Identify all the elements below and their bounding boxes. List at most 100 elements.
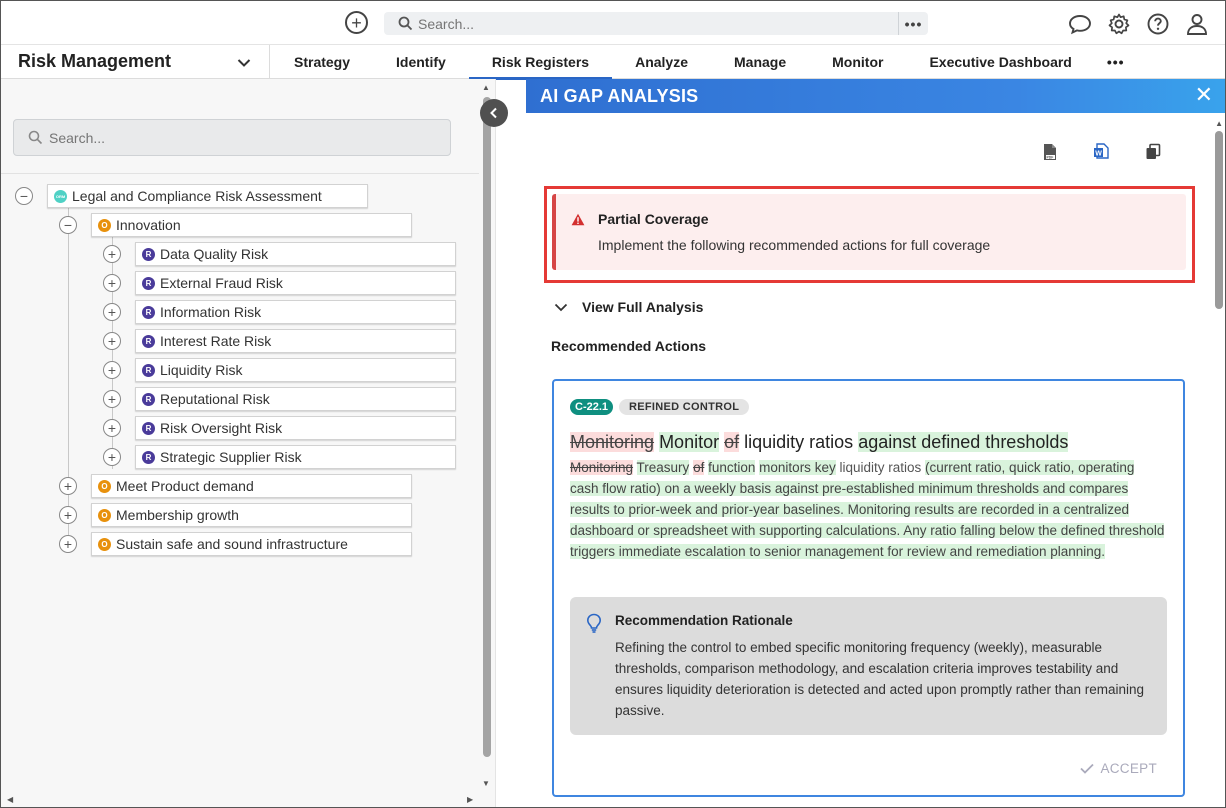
module-tabs: Strategy Identify Risk Registers Analyze… bbox=[271, 45, 1137, 80]
tab-strategy[interactable]: Strategy bbox=[271, 45, 373, 79]
objective-badge-icon: O bbox=[98, 218, 111, 232]
control-id-badge: C-22.1 bbox=[570, 399, 614, 415]
divider bbox=[1, 173, 479, 174]
scroll-up-icon[interactable]: ▲ bbox=[1215, 119, 1223, 128]
tree-node-label: Sustain safe and sound infrastructure bbox=[116, 536, 348, 552]
tree-node-objective[interactable]: O Membership growth bbox=[91, 503, 412, 527]
tab-identify[interactable]: Identify bbox=[373, 45, 469, 79]
tab-executive-dashboard[interactable]: Executive Dashboard bbox=[906, 45, 1094, 79]
view-full-analysis-toggle[interactable]: View Full Analysis bbox=[554, 299, 703, 315]
export-toolbar: PDF W bbox=[526, 143, 1206, 163]
tree-node-risk[interactable]: R Reputational Risk bbox=[135, 387, 456, 411]
tree-node-label: Risk Oversight Risk bbox=[160, 420, 283, 436]
tree-node-risk[interactable]: R Interest Rate Risk bbox=[135, 329, 456, 353]
tree-search-input[interactable] bbox=[49, 128, 429, 148]
tree-node-label: Strategic Supplier Risk bbox=[160, 449, 302, 465]
tree-node-label: Innovation bbox=[116, 217, 181, 233]
pdf-export-icon[interactable]: PDF bbox=[1042, 143, 1060, 163]
chat-icon[interactable] bbox=[1067, 11, 1092, 36]
expand-toggle[interactable]: + bbox=[103, 332, 121, 350]
control-description-text: liquidity ratios bbox=[839, 460, 922, 475]
tree-node-objective[interactable]: O Innovation bbox=[91, 213, 412, 237]
global-search-input[interactable] bbox=[418, 14, 888, 33]
word-export-icon[interactable]: W bbox=[1093, 143, 1111, 163]
collapse-toggle[interactable]: − bbox=[59, 216, 77, 234]
tree-node-label: Data Quality Risk bbox=[160, 246, 269, 262]
alert-message: Implement the following recommended acti… bbox=[598, 237, 991, 253]
control-title: Monitoring Monitor of liquidity ratios a… bbox=[570, 431, 1170, 453]
expand-toggle[interactable]: + bbox=[59, 506, 77, 524]
view-full-label: View Full Analysis bbox=[582, 299, 704, 315]
deleted-text: Monitoring bbox=[570, 432, 655, 452]
user-icon[interactable] bbox=[1184, 11, 1209, 36]
lightbulb-icon bbox=[586, 613, 602, 638]
app-selector[interactable]: Risk Management bbox=[1, 45, 270, 79]
risk-badge-icon: R bbox=[142, 421, 155, 435]
tab-risk-registers[interactable]: Risk Registers bbox=[468, 45, 613, 80]
tree-node-objective[interactable]: O Meet Product demand bbox=[91, 474, 412, 498]
chevron-left-icon bbox=[490, 107, 497, 119]
inserted-text: Monitor bbox=[659, 432, 720, 452]
tab-monitor[interactable]: Monitor bbox=[809, 45, 906, 79]
rationale-body: Refining the control to embed specific m… bbox=[615, 640, 1145, 718]
app-window: + ••• Risk Management bbox=[0, 0, 1226, 808]
tree-node-risk[interactable]: R Risk Oversight Risk bbox=[135, 416, 456, 440]
accept-button[interactable]: ACCEPT bbox=[1080, 761, 1157, 776]
copy-icon[interactable] bbox=[1145, 143, 1163, 163]
collapse-panel-button[interactable] bbox=[480, 99, 508, 127]
search-options-more-icon[interactable]: ••• bbox=[898, 12, 928, 35]
gear-icon[interactable] bbox=[1106, 11, 1131, 36]
expand-toggle[interactable]: + bbox=[103, 419, 121, 437]
recommendation-card: C-22.1 REFINED CONTROL Monitoring Monito… bbox=[552, 379, 1185, 797]
tree-node-root[interactable]: ORM Legal and Compliance Risk Assessment bbox=[47, 184, 368, 208]
tree-node-label: Membership growth bbox=[116, 507, 239, 523]
gap-panel-scrollbar[interactable] bbox=[1215, 131, 1223, 309]
tab-manage[interactable]: Manage bbox=[711, 45, 809, 79]
help-icon[interactable] bbox=[1145, 11, 1170, 36]
tree-node-risk[interactable]: R Strategic Supplier Risk bbox=[135, 445, 456, 469]
tree-node-label: Interest Rate Risk bbox=[160, 333, 272, 349]
expand-toggle[interactable]: + bbox=[103, 303, 121, 321]
expand-toggle[interactable]: + bbox=[103, 448, 121, 466]
objective-badge-icon: O bbox=[98, 508, 111, 522]
add-icon[interactable]: + bbox=[345, 11, 368, 34]
expand-toggle[interactable]: + bbox=[103, 274, 121, 292]
risk-badge-icon: R bbox=[142, 363, 155, 377]
scroll-down-icon[interactable]: ▼ bbox=[482, 779, 490, 788]
risk-badge-icon: R bbox=[142, 450, 155, 464]
search-icon bbox=[28, 130, 43, 150]
tree-scrollbar[interactable] bbox=[483, 97, 491, 757]
tree-panel: − ORM Legal and Compliance Risk Assessme… bbox=[1, 79, 496, 807]
risk-badge-icon: R bbox=[142, 247, 155, 261]
expand-toggle[interactable]: + bbox=[103, 361, 121, 379]
expand-toggle[interactable]: + bbox=[59, 477, 77, 495]
scroll-right-icon[interactable]: ▶ bbox=[467, 795, 473, 804]
tree-node-objective[interactable]: O Sustain safe and sound infrastructure bbox=[91, 532, 412, 556]
tree-node-risk[interactable]: R Liquidity Risk bbox=[135, 358, 456, 382]
close-icon[interactable]: ✕ bbox=[1195, 84, 1213, 106]
tree-node-risk[interactable]: R Data Quality Risk bbox=[135, 242, 456, 266]
tab-analyze[interactable]: Analyze bbox=[612, 45, 711, 79]
scroll-up-icon[interactable]: ▲ bbox=[482, 83, 490, 92]
objective-badge-icon: O bbox=[98, 479, 111, 493]
svg-text:W: W bbox=[1095, 151, 1102, 158]
global-search[interactable]: ••• bbox=[384, 12, 928, 35]
top-bar: + ••• bbox=[1, 1, 1225, 45]
expand-toggle[interactable]: + bbox=[103, 390, 121, 408]
expand-toggle[interactable]: + bbox=[59, 535, 77, 553]
collapse-toggle[interactable]: − bbox=[15, 187, 33, 205]
tree-node-label: Meet Product demand bbox=[116, 478, 254, 494]
tree-node-risk[interactable]: R Information Risk bbox=[135, 300, 456, 324]
rationale-title: Recommendation Rationale bbox=[615, 613, 793, 628]
tree-node-label: External Fraud Risk bbox=[160, 275, 283, 291]
tree-search[interactable] bbox=[13, 119, 451, 156]
scroll-left-icon[interactable]: ◀ bbox=[7, 795, 13, 804]
tree-node-risk[interactable]: R External Fraud Risk bbox=[135, 271, 456, 295]
risk-badge-icon: R bbox=[142, 334, 155, 348]
search-icon bbox=[398, 16, 413, 36]
tabs-more-icon[interactable]: ••• bbox=[1095, 45, 1137, 79]
objective-badge-icon: O bbox=[98, 537, 111, 551]
module-nav: Risk Management Strategy Identify Risk R… bbox=[1, 45, 1225, 80]
expand-toggle[interactable]: + bbox=[103, 245, 121, 263]
top-icons bbox=[1067, 11, 1209, 36]
